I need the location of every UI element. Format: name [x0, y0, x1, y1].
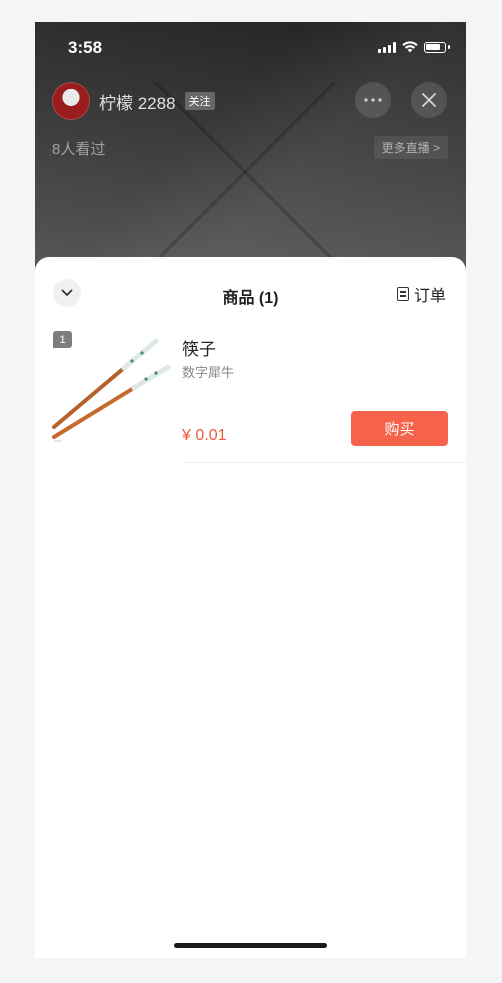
close-icon — [422, 93, 436, 107]
home-indicator[interactable] — [174, 943, 327, 948]
product-name[interactable]: 筷子 — [182, 335, 216, 360]
follow-button[interactable]: 关注 — [184, 92, 215, 110]
battery-cap — [448, 45, 450, 49]
status-icons — [378, 41, 450, 53]
product-sheet: 商品 (1) 订单 1 筷子 数字犀牛 ¥ 0.01 购买 — [35, 257, 466, 958]
product-item[interactable]: 1 筷子 数字犀牛 ¥ 0.01 购买 — [35, 329, 466, 487]
buy-button[interactable]: 购买 — [351, 411, 448, 446]
avatar[interactable] — [52, 82, 90, 120]
status-time: 3:58 — [68, 38, 103, 57]
shop-name: 数字犀牛 — [182, 365, 235, 380]
phone-screen: 3:58 柠檬 2288 关注 8人看过 更多直播 > 商品 (1) 订单 1 … — [35, 22, 466, 958]
status-bar: 3:58 — [35, 22, 466, 72]
more-live-button[interactable]: 更多直播 > — [373, 136, 448, 159]
streamer-info[interactable]: 柠檬 2288 关注 — [52, 82, 215, 120]
close-button[interactable] — [411, 82, 447, 118]
product-price: ¥ 0.01 — [182, 427, 227, 444]
divider — [182, 462, 466, 463]
signal-icon — [378, 41, 396, 53]
ellipsis-icon — [364, 98, 382, 102]
more-button[interactable] — [355, 82, 391, 118]
orders-label: 订单 — [413, 288, 446, 305]
streamer-name[interactable]: 柠檬 2288 — [99, 89, 176, 114]
orders-button[interactable]: 订单 — [396, 282, 446, 306]
rank-badge: 1 — [53, 331, 72, 348]
battery-icon — [424, 41, 446, 53]
viewer-count: 8人看过 — [52, 141, 106, 158]
clipboard-icon — [396, 287, 409, 301]
wifi-icon — [402, 41, 418, 53]
